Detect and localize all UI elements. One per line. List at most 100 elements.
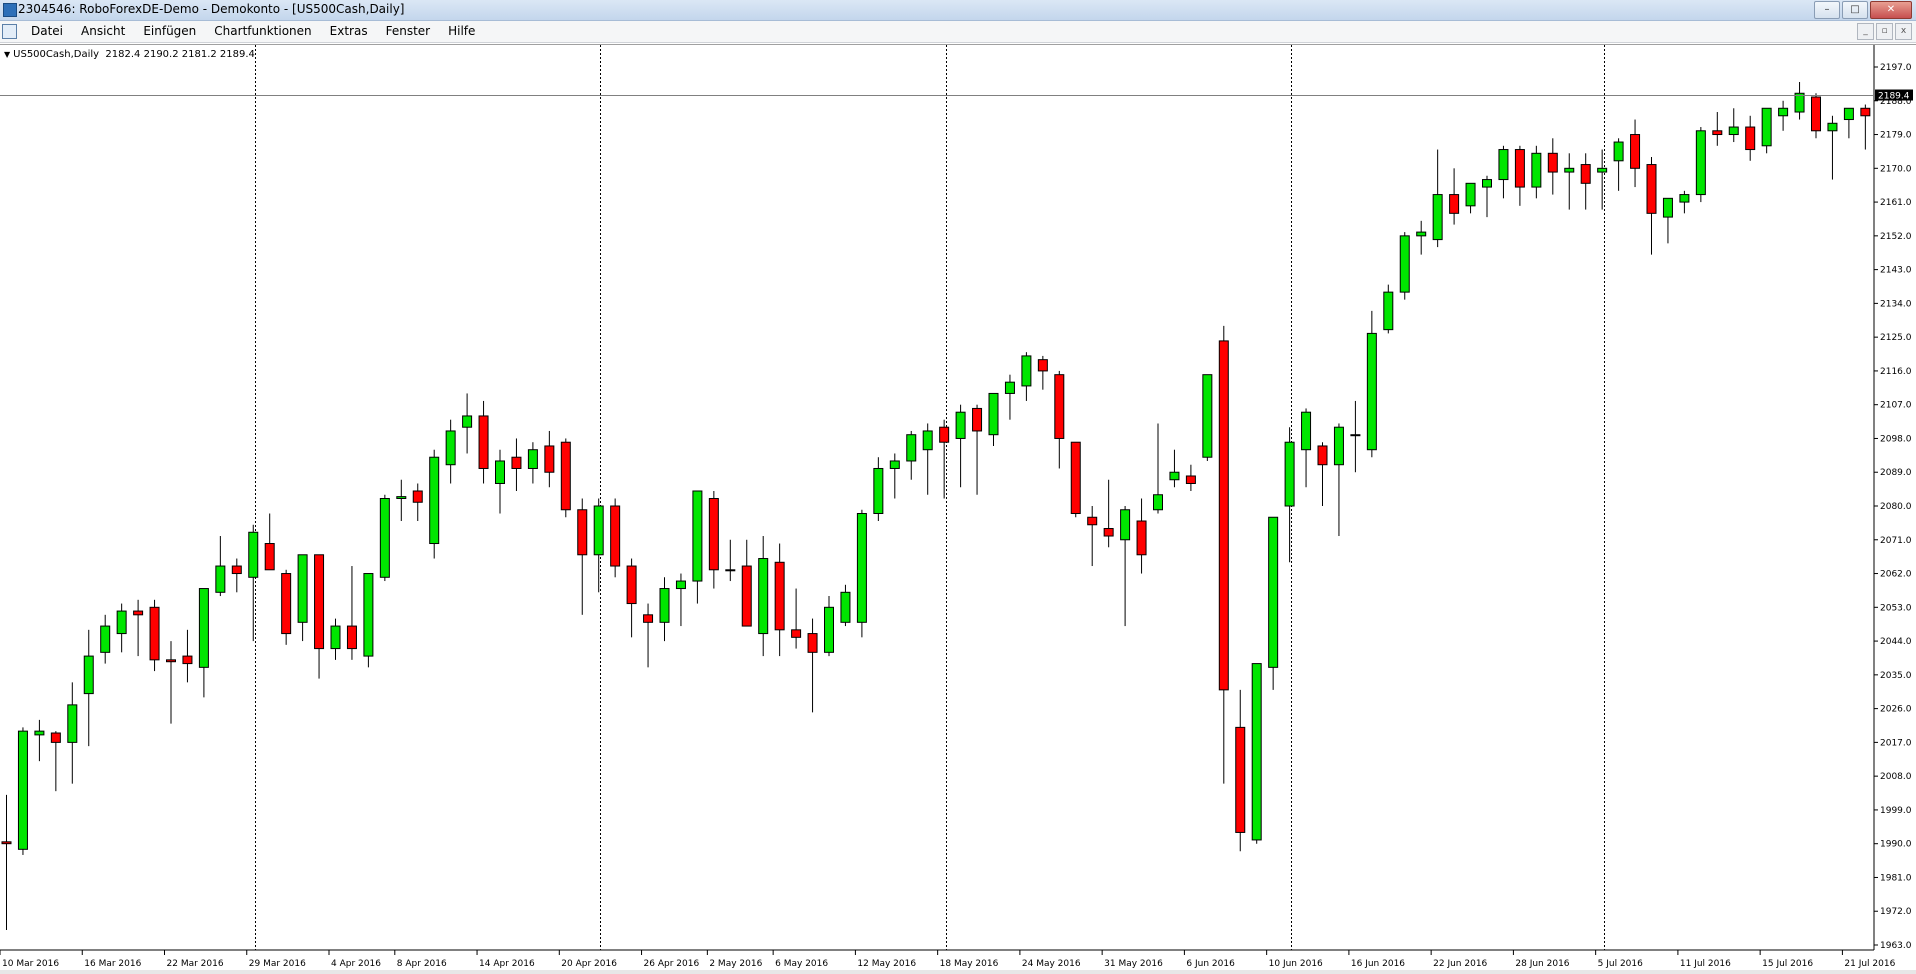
candle-bear — [1235, 726, 1246, 833]
chart-area[interactable]: 2197.0 2188.0 2179.0 2170.0 2161.0 2152.0 2143… — [0, 44, 1916, 973]
candle-bear — [560, 441, 571, 511]
candle-bull — [1284, 441, 1295, 507]
candle-bull — [297, 554, 308, 623]
candle-bull — [1202, 374, 1213, 458]
candle-bull — [659, 588, 670, 623]
candle-bull — [363, 573, 374, 657]
candle-bull — [988, 392, 999, 436]
candle-bull — [1679, 194, 1690, 203]
mdi-close-button[interactable]: x — [1895, 23, 1912, 40]
candle-bull — [17, 730, 28, 850]
candle-bull — [1695, 130, 1706, 196]
x-tick-label: 28 Jun 2016 — [1515, 959, 1569, 969]
y-tick-label: 2134.0 — [1880, 299, 1912, 309]
y-tick-label: 2080.0 — [1880, 502, 1912, 512]
candle-bull — [1120, 509, 1131, 541]
window-title-bar: 2304546: RoboForexDE-Demo - Demokonto - … — [0, 0, 1916, 21]
candle-bear — [1185, 475, 1196, 484]
candle-bear — [511, 456, 522, 469]
candle-bear — [791, 629, 802, 638]
candle-bear — [166, 659, 176, 663]
candle-bull — [462, 415, 473, 428]
candle-bear — [264, 543, 275, 571]
candle-bear — [610, 505, 621, 567]
menu-extras[interactable]: Extras — [321, 24, 377, 38]
maximize-button[interactable]: □ — [1842, 1, 1868, 19]
mdi-minimize-button[interactable]: _ — [1857, 23, 1874, 40]
x-tick-label: 29 Mar 2016 — [249, 959, 306, 969]
minimize-button[interactable]: – — [1814, 1, 1840, 19]
candle-bear — [1646, 164, 1657, 214]
candle-bull — [83, 655, 94, 695]
symbol-label: ▼ US500Cash,Daily 2182.4 2190.2 2181.2 21… — [4, 49, 255, 60]
candle-bear — [50, 732, 61, 743]
candle-bear — [1054, 374, 1065, 439]
candle-bear — [1860, 107, 1871, 117]
x-tick-label: 26 Apr 2016 — [644, 959, 700, 969]
menu-datei[interactable]: Datei — [22, 24, 72, 38]
candle-bull — [1761, 107, 1772, 147]
y-tick-label: 1972.0 — [1880, 907, 1912, 917]
candle-bull — [873, 467, 884, 515]
candle-bull — [1531, 152, 1542, 188]
menu-fenster[interactable]: Fenster — [377, 24, 440, 38]
y-tick-label: 2197.0 — [1880, 63, 1912, 73]
x-tick-label: 14 Apr 2016 — [479, 959, 535, 969]
candle-bull — [593, 505, 604, 556]
window-controls: – □ ✕ — [1814, 1, 1912, 19]
candle-bull — [1021, 355, 1032, 387]
candlestick-chart[interactable]: 2197.02188.02179.02170.02161.02152.02143… — [0, 45, 1916, 971]
y-tick-label: 2035.0 — [1880, 671, 1912, 681]
candle-bull — [1827, 122, 1838, 132]
chart-window-icon[interactable] — [2, 24, 17, 39]
x-tick-label: 21 Jul 2016 — [1844, 959, 1895, 969]
y-tick-label: 1999.0 — [1880, 806, 1912, 816]
candle-bull — [955, 411, 966, 439]
close-button[interactable]: ✕ — [1870, 1, 1912, 19]
x-tick-label: 15 Jul 2016 — [1762, 959, 1813, 969]
menu-chartfunktionen[interactable]: Chartfunktionen — [205, 24, 320, 38]
candle-bull — [396, 496, 407, 499]
candle-bull — [1251, 663, 1262, 841]
x-tick-label: 22 Jun 2016 — [1433, 959, 1487, 969]
x-tick-label: 24 May 2016 — [1022, 959, 1081, 969]
candle-bull — [1794, 92, 1805, 113]
candle-bull — [1268, 516, 1279, 668]
y-tick-label: 2026.0 — [1880, 705, 1912, 715]
candle-bear — [1136, 520, 1147, 556]
candle-bear — [1087, 516, 1098, 526]
x-tick-label: 18 May 2016 — [940, 959, 999, 969]
candle-bull — [922, 430, 933, 451]
candle-bear — [1317, 445, 1328, 466]
chevron-down-icon[interactable]: ▼ — [4, 50, 10, 59]
menu-einfuegen[interactable]: Einfügen — [134, 24, 205, 38]
y-tick-label: 2062.0 — [1880, 570, 1912, 580]
x-tick-label: 6 Jun 2016 — [1186, 959, 1235, 969]
candle-bull — [889, 460, 900, 469]
candle-bear — [182, 655, 193, 665]
candle-bear — [1218, 340, 1229, 691]
menu-hilfe[interactable]: Hilfe — [439, 24, 484, 38]
mdi-restore-button[interactable]: ▫ — [1876, 23, 1893, 40]
x-tick-label: 8 Apr 2016 — [397, 959, 447, 969]
candle-bull — [1498, 149, 1509, 181]
mdi-controls: _ ▫ x — [1857, 23, 1912, 40]
candle-bear — [1514, 149, 1525, 188]
y-tick-label: 2017.0 — [1880, 738, 1912, 748]
candle-bear — [1070, 441, 1081, 515]
candle-bull — [330, 625, 341, 650]
x-tick-label: 11 Jul 2016 — [1680, 959, 1731, 969]
horizontal-scrollbar[interactable] — [0, 970, 1916, 974]
candle-bull — [1399, 235, 1410, 293]
candle-bull — [1597, 167, 1608, 173]
candle-bull — [725, 569, 736, 572]
candle-bull — [824, 606, 834, 653]
menu-ansicht[interactable]: Ansicht — [72, 24, 134, 38]
candle-bull — [1728, 126, 1739, 136]
candle-bear — [1811, 96, 1821, 132]
y-tick-label: 2053.0 — [1880, 603, 1912, 613]
candle-bull — [248, 531, 259, 578]
candle-bull — [429, 456, 440, 545]
candle-bear — [577, 509, 588, 556]
symbol-name: US500Cash,Daily — [13, 49, 100, 60]
